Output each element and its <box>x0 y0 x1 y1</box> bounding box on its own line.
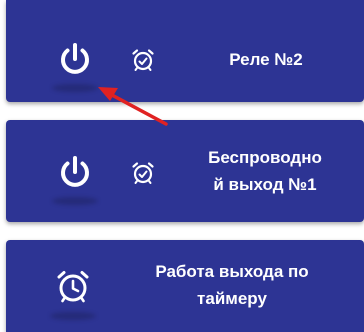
alarm-clock-icon <box>57 271 89 303</box>
timer-button[interactable] <box>126 43 160 77</box>
power-button[interactable] <box>44 141 106 203</box>
output-card-timer-mode: Работа выхода по таймеру <box>6 240 364 332</box>
card-title: Беспроводно й выход №1 <box>190 144 340 198</box>
card-title-line-1: Работа выхода по <box>155 262 309 281</box>
output-card-wireless-1: Беспроводно й выход №1 <box>6 120 364 222</box>
card-title-line-1: Беспроводно <box>208 148 322 167</box>
timer-mode-button[interactable] <box>42 256 104 318</box>
alarm-clock-check-icon <box>132 162 154 184</box>
card-title-line-2: таймеру <box>197 289 267 308</box>
card-title: Работа выхода по таймеру <box>132 258 332 312</box>
power-button[interactable] <box>44 28 106 90</box>
output-card-relay-2: Реле №2 <box>6 0 364 102</box>
timer-button[interactable] <box>126 156 160 190</box>
power-icon <box>61 43 89 74</box>
card-title-line-2: й выход №1 <box>213 175 317 194</box>
power-icon <box>61 156 89 187</box>
card-title: Реле №2 <box>229 50 303 69</box>
alarm-clock-check-icon <box>132 49 154 71</box>
